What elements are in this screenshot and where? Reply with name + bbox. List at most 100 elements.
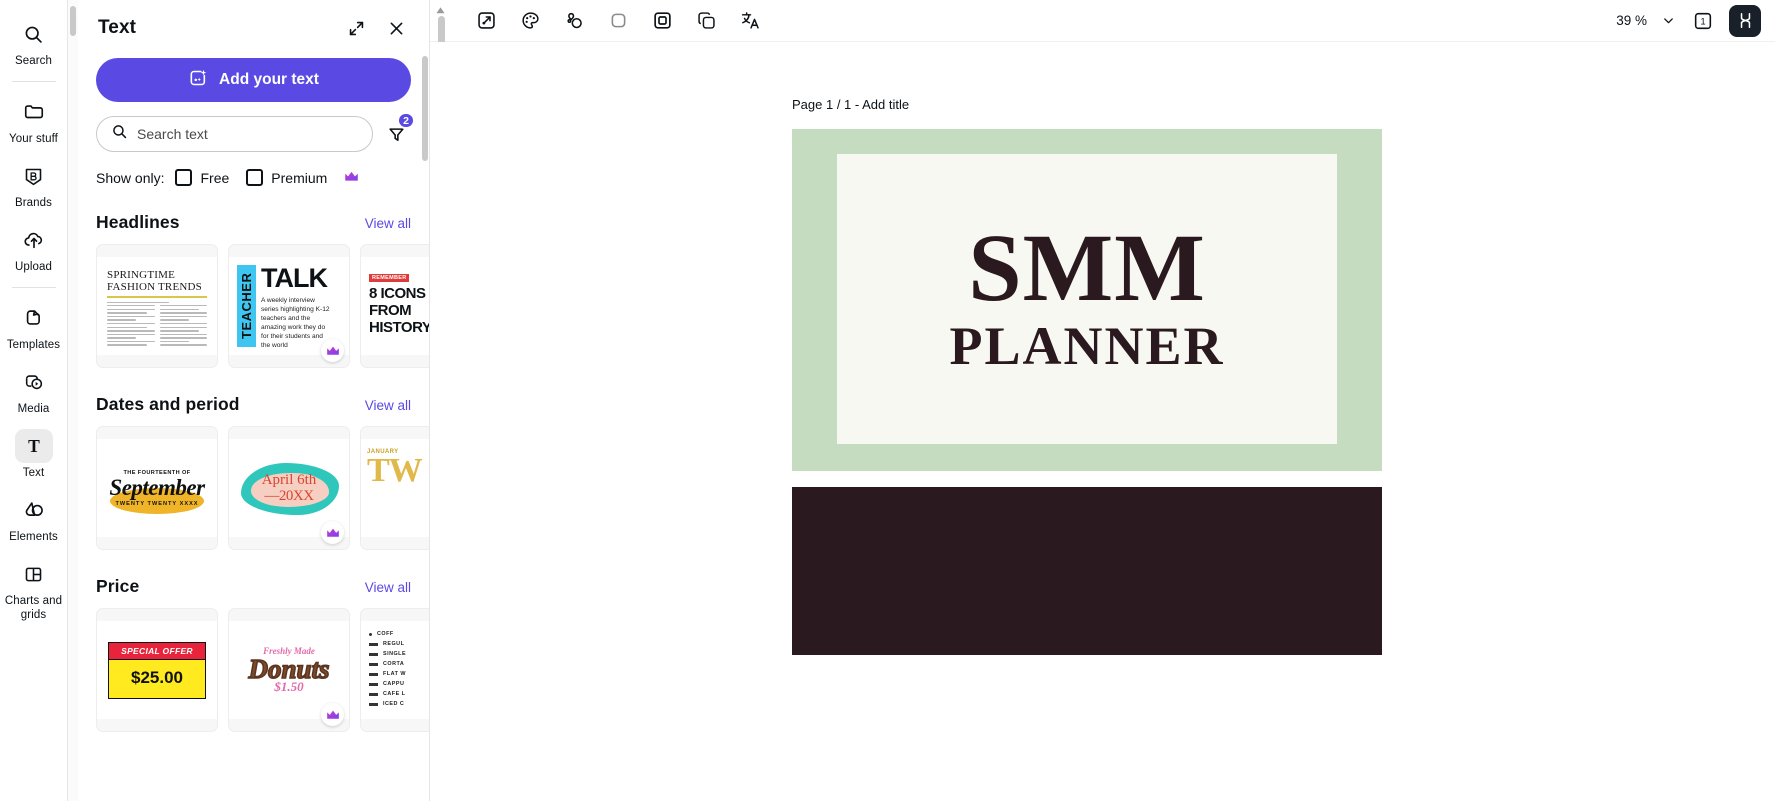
- canvas-area[interactable]: Page 1 / 1 - Add title SMM PLANNER: [430, 42, 1775, 801]
- sidebar-item-upload[interactable]: Upload: [1, 216, 67, 280]
- premium-crown-badge: [321, 521, 344, 544]
- card-title-line2: FASHION TRENDS: [107, 281, 202, 293]
- rounded-square-icon[interactable]: [600, 5, 636, 37]
- chevron-down-icon[interactable]: [1657, 10, 1679, 32]
- card-row: CAFE L: [383, 691, 406, 697]
- design-cream-block: SMM PLANNER: [837, 154, 1337, 444]
- card-art: THE FOURTEENTH OF September TWENTY TWENT…: [97, 439, 217, 537]
- card-line3: HISTORY: [369, 319, 430, 336]
- sidebar-item-media[interactable]: Media: [1, 358, 67, 422]
- card-headline: TALK: [261, 265, 337, 292]
- premium-checkbox[interactable]: [246, 169, 264, 186]
- grid-view-button[interactable]: [1729, 4, 1761, 37]
- view-all-headlines[interactable]: View all: [365, 216, 411, 231]
- text-template-card[interactable]: JANUARY TW: [360, 426, 429, 550]
- section-header-price: Price View all: [96, 576, 411, 597]
- free-checkbox[interactable]: [175, 169, 193, 186]
- sidebar-item-label: Templates: [6, 339, 61, 351]
- app-root: Search Your stuff Brands Upload Template…: [0, 0, 1775, 801]
- card-line1: April 6th: [261, 471, 317, 488]
- text-t-icon: T: [14, 429, 53, 463]
- sidebar-item-label: Search: [14, 55, 53, 67]
- canvas-scroll-arrow[interactable]: [435, 2, 447, 52]
- toolbar-right: 39 % 1: [1616, 4, 1761, 37]
- card-rule: [107, 296, 207, 298]
- folder-icon: [15, 95, 53, 129]
- premium-crown-badge: [321, 339, 344, 362]
- upload-cloud-icon: [15, 223, 53, 257]
- magic-resize-icon[interactable]: [468, 5, 504, 37]
- scrollbar-thumb[interactable]: [70, 6, 76, 36]
- card-big-text: TW: [367, 452, 423, 489]
- sidebar-item-elements[interactable]: Elements: [1, 486, 67, 550]
- panel-header: Text: [96, 0, 411, 56]
- left-rail: Search Your stuff Brands Upload Template…: [0, 0, 68, 801]
- card-main-text: September: [109, 474, 205, 500]
- sidebar-item-brands[interactable]: Brands: [1, 152, 67, 216]
- shapes-bubble-icon[interactable]: [556, 5, 592, 37]
- card-art: COFF REGUL SINGLE CORTA FLAT W CAPPU CAF…: [361, 621, 429, 719]
- svg-text:1: 1: [1700, 16, 1705, 26]
- text-template-card[interactable]: REMEMBER 8 ICONS FROM HISTORY: [360, 244, 430, 368]
- card-main-text: Donuts: [248, 653, 331, 684]
- card-row: SINGLE: [383, 651, 407, 657]
- expand-panel-button[interactable]: [343, 15, 369, 41]
- card-line2: —20XX: [264, 487, 314, 504]
- design-title-line1: SMM: [968, 214, 1206, 321]
- search-icon: [15, 17, 53, 51]
- add-text-sparkle-icon: [188, 68, 208, 93]
- panel-outer-scrollbar[interactable]: [68, 0, 78, 801]
- card-row: CORTA: [383, 661, 405, 667]
- text-template-card[interactable]: Freshly Made Donuts $1.50: [228, 608, 350, 732]
- page-title-label[interactable]: Page 1 / 1 - Add title: [792, 97, 909, 112]
- section-title: Price: [96, 576, 140, 596]
- zoom-level: 39 %: [1616, 13, 1647, 28]
- elements-shapes-icon: [15, 493, 53, 527]
- card-body: A weekly interview series highlighting K…: [261, 297, 330, 349]
- section-header-headlines: Headlines View all: [96, 212, 411, 233]
- text-template-card[interactable]: THE FOURTEENTH OF September TWENTY TWENT…: [96, 426, 218, 550]
- sidebar-item-label: Elements: [9, 531, 58, 543]
- show-only-filters: Show only: Free Premium: [96, 169, 411, 186]
- close-panel-button[interactable]: [383, 15, 409, 41]
- rail-divider-2: [11, 287, 56, 288]
- view-all-dates-and-period[interactable]: View all: [365, 398, 411, 413]
- text-template-card[interactable]: TEACHER TALK A weekly interview series h…: [228, 244, 350, 368]
- card-kicker: REMEMBER: [369, 274, 410, 282]
- section-header-dates-and-period: Dates and period View all: [96, 394, 411, 415]
- free-label: Free: [200, 169, 230, 186]
- add-your-text-button[interactable]: Add your text: [96, 58, 411, 102]
- sidebar-item-text[interactable]: T Text: [1, 422, 67, 486]
- text-template-card[interactable]: April 6th —20XX: [228, 426, 350, 550]
- section-title: Headlines: [96, 212, 180, 232]
- templates-icon: [15, 301, 53, 335]
- text-template-card[interactable]: SPRINGTIME FASHION TRENDS: [96, 244, 218, 368]
- palette-icon[interactable]: [512, 5, 548, 37]
- sidebar-item-search[interactable]: Search: [1, 10, 67, 74]
- sidebar-item-your-stuff[interactable]: Your stuff: [1, 88, 67, 152]
- card-art: SPRINGTIME FASHION TRENDS: [97, 257, 217, 355]
- card-bottom-text: TWENTY TWENTY XXXX: [115, 500, 199, 507]
- sidebar-item-charts-and-grids[interactable]: Charts and grids: [1, 550, 67, 628]
- duplicate-layers-icon[interactable]: [688, 5, 724, 37]
- design-dark-block: [792, 487, 1382, 655]
- filter-button[interactable]: 2: [381, 112, 415, 150]
- search-icon: [111, 123, 128, 145]
- frame-icon[interactable]: [644, 5, 680, 37]
- sidebar-item-templates[interactable]: Templates: [1, 294, 67, 358]
- svg-text:T: T: [28, 436, 40, 456]
- view-all-price[interactable]: View all: [365, 580, 411, 595]
- search-input[interactable]: [137, 126, 358, 142]
- translate-icon[interactable]: [732, 5, 768, 37]
- search-input-wrapper[interactable]: [96, 116, 373, 152]
- filter-count-badge: 2: [397, 112, 415, 129]
- text-template-card[interactable]: COFF REGUL SINGLE CORTA FLAT W CAPPU CAF…: [360, 608, 429, 732]
- cards-price: SPECIAL OFFER $25.00 Freshly Made Donuts: [96, 608, 429, 732]
- page-count-button[interactable]: 1: [1689, 7, 1717, 35]
- panel-scrollbar-thumb[interactable]: [422, 56, 428, 161]
- card-title-line1: SPRINGTIME: [107, 269, 176, 281]
- charts-grids-icon: [15, 557, 53, 591]
- design-page[interactable]: SMM PLANNER: [792, 129, 1382, 655]
- text-template-card[interactable]: SPECIAL OFFER $25.00: [96, 608, 218, 732]
- card-row: ICED C: [383, 701, 405, 707]
